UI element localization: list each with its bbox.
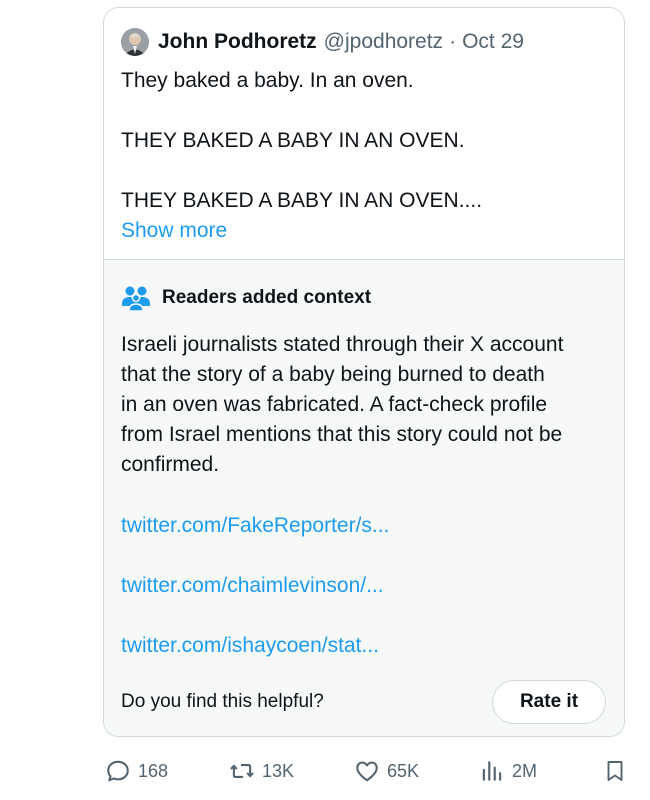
reply-count: 168 — [138, 760, 169, 781]
bookmark-icon — [607, 761, 623, 781]
tweet-line: They baked a baby. In an oven. — [121, 69, 414, 92]
source-link-chaimlevinson[interactable]: twitter.com/chaimlevinson/... — [121, 571, 389, 601]
tweet-text: They baked a baby. In an oven. THEY BAKE… — [121, 66, 611, 216]
avatar[interactable] — [121, 28, 149, 56]
reply-button[interactable]: 168 — [105, 758, 168, 784]
note-line: in an oven was fabricated. A fact-check … — [121, 393, 548, 416]
repost-icon — [230, 764, 254, 778]
like-button[interactable]: 65K — [354, 758, 419, 784]
tweet-line: THEY BAKED A BABY IN AN OVEN. — [121, 129, 465, 152]
author-handle[interactable]: @jpodhoretz — [324, 30, 443, 54]
author-name[interactable]: John Podhoretz — [158, 30, 317, 54]
tweet-date[interactable]: Oct 29 — [462, 30, 524, 54]
show-more-link[interactable]: Show more — [121, 216, 227, 246]
community-note-body: Israeli journalists stated through their… — [121, 330, 616, 480]
helpful-question: Do you find this helpful? — [121, 691, 324, 712]
tweet-header: John Podhoretz @jpodhoretz · Oct 29 — [121, 28, 524, 56]
like-count: 65K — [387, 760, 420, 781]
source-link-fakereporter[interactable]: twitter.com/FakeReporter/s... — [121, 511, 389, 541]
reply-icon — [107, 760, 129, 782]
note-sources: twitter.com/FakeReporter/s... twitter.co… — [121, 511, 389, 691]
tweet-actions: 168 13K 65K 2M — [0, 752, 650, 792]
repost-button[interactable]: 13K — [229, 758, 294, 784]
bookmark-button[interactable] — [603, 758, 627, 784]
tweet-line: THEY BAKED A BABY IN AN OVEN.... — [121, 189, 483, 212]
source-link-ishaycoen[interactable]: twitter.com/ishaycoen/stat... — [121, 631, 389, 661]
note-line: that the story of a baby being burned to… — [121, 363, 545, 386]
repost-count: 13K — [262, 760, 295, 781]
separator-dot: · — [449, 30, 457, 53]
quoted-tweet-card[interactable]: John Podhoretz @jpodhoretz · Oct 29 They… — [103, 7, 625, 737]
avatar-image — [121, 28, 149, 56]
note-line: confirmed. — [121, 453, 220, 476]
quoted-tweet[interactable]: John Podhoretz @jpodhoretz · Oct 29 They… — [104, 8, 624, 260]
like-icon — [356, 761, 378, 782]
people-icon — [122, 286, 150, 311]
note-line: from Israel mentions that this story cou… — [121, 423, 563, 446]
views-button[interactable]: 2M — [479, 758, 537, 784]
community-note-header: Readers added context — [121, 285, 371, 311]
community-note-title: Readers added context — [162, 287, 372, 308]
views-icon — [482, 761, 502, 781]
note-line: Israeli journalists stated through their… — [121, 333, 564, 356]
community-note: Readers added context Israeli journalist… — [104, 260, 624, 736]
views-count: 2M — [512, 760, 538, 781]
rate-it-button[interactable]: Rate it — [492, 680, 606, 724]
